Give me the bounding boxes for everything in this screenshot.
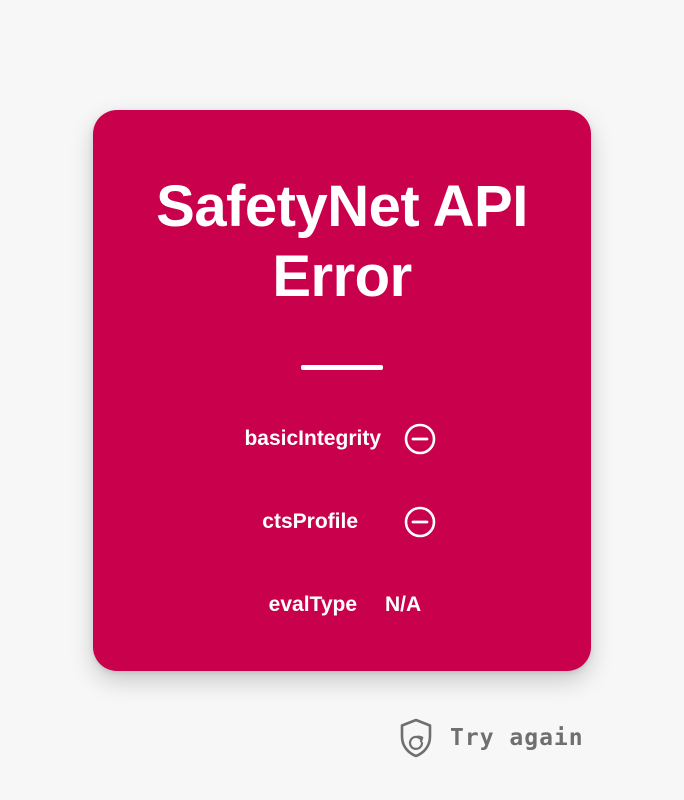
try-again-button[interactable]: Try again bbox=[398, 718, 584, 758]
basic-integrity-label: basicIntegrity bbox=[244, 427, 381, 450]
result-card: SafetyNet API Error basicIntegrity ctsPr… bbox=[93, 110, 591, 671]
card-title: SafetyNet API Error bbox=[156, 174, 528, 309]
try-again-label: Try again bbox=[450, 725, 584, 751]
screen: SafetyNet API Error basicIntegrity ctsPr… bbox=[0, 0, 684, 800]
shield-refresh-icon bbox=[400, 718, 432, 758]
cts-profile-label: ctsProfile bbox=[262, 510, 358, 533]
title-divider bbox=[301, 365, 383, 370]
minus-circle-icon bbox=[404, 423, 436, 455]
eval-type-label: evalType bbox=[268, 593, 357, 616]
eval-type-value: N/A bbox=[385, 593, 422, 616]
minus-circle-icon bbox=[404, 506, 436, 538]
row-eval-type: evalType N/A bbox=[93, 585, 591, 625]
row-cts-profile: ctsProfile bbox=[93, 502, 591, 542]
row-basic-integrity: basicIntegrity bbox=[93, 419, 591, 459]
